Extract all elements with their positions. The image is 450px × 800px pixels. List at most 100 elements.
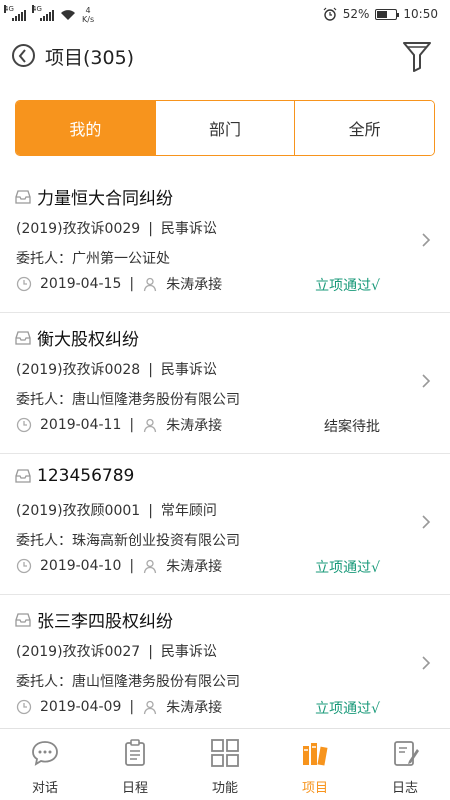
- project-date: 2019-04-11: [40, 417, 122, 433]
- chevron-right-icon: [422, 656, 431, 670]
- project-card[interactable]: 123456789 (2019)孜孜顾0001 | 常年顾问 委托人：珠海高新创业投…: [0, 454, 450, 595]
- tab-department[interactable]: 部门: [154, 101, 295, 155]
- inbox-icon: [15, 612, 31, 627]
- nav-label-functions: 功能: [211, 781, 238, 796]
- project-card[interactable]: 衡大股权纠纷 (2019)孜孜诉0028 | 民事诉讼 委托人：唐山恒隆港务股份有限…: [0, 313, 450, 454]
- separator: |: [129, 276, 135, 292]
- meta-row: 2019-04-11 | 朱涛承接: [16, 415, 222, 435]
- status-badge: 结案待批: [324, 419, 380, 435]
- tab-firm[interactable]: 全所: [294, 101, 434, 155]
- nav-label-schedule: 日程: [121, 781, 148, 796]
- status-bar: 4G 4G 4 K/s 52% 10:50: [0, 0, 450, 30]
- filter-icon[interactable]: [402, 40, 432, 72]
- meta-row: 2019-04-09 | 朱涛承接: [16, 697, 222, 717]
- separator: |: [148, 644, 153, 660]
- case-info: (2019)孜孜诉0029 | 民事诉讼: [16, 218, 217, 238]
- case-info: (2019)孜孜诉0028 | 民事诉讼: [16, 359, 217, 379]
- sim2-label: 4G: [32, 5, 42, 13]
- back-button[interactable]: [12, 44, 35, 67]
- scope-tabs: 我的 部门 全所: [15, 100, 435, 156]
- tab-mine[interactable]: 我的: [16, 101, 155, 155]
- network-speed: 4 K/s: [82, 6, 94, 24]
- alarm-icon: [323, 7, 337, 21]
- case-info: (2019)孜孜顾0001 | 常年顾问: [16, 500, 217, 520]
- project-title: 张三李四股权纠纷: [37, 612, 173, 632]
- sim1-label: 4G: [4, 5, 14, 13]
- nav-label-log: 日志: [391, 781, 418, 796]
- status-right: 52% 10:50: [323, 7, 438, 21]
- chevron-right-icon: [422, 515, 431, 529]
- clock: 10:50: [403, 7, 438, 21]
- nav-label-projects: 项目: [301, 781, 328, 796]
- inbox-icon: [15, 330, 31, 345]
- status-badge: 立项通过√: [315, 278, 380, 294]
- project-card[interactable]: 张三李四股权纠纷 (2019)孜孜诉0027 | 民事诉讼 委托人：唐山恒隆港务股份…: [0, 595, 450, 736]
- status-left: 4G 4G 4 K/s: [4, 5, 94, 24]
- grid-icon: [211, 739, 239, 767]
- separator: |: [148, 362, 153, 378]
- client: 委托人：唐山恒隆港务股份有限公司: [16, 674, 240, 690]
- separator: |: [148, 221, 153, 237]
- user-icon: [143, 700, 157, 715]
- project-date: 2019-04-10: [40, 558, 122, 574]
- client: 委托人：广州第一公证处: [16, 251, 170, 267]
- nav-label-chat: 对话: [31, 781, 58, 796]
- card-title-row: 张三李四股权纠纷: [15, 607, 173, 632]
- meta-row: 2019-04-10 | 朱涛承接: [16, 556, 222, 576]
- chat-bubble-icon: [32, 741, 58, 766]
- nav-item-functions[interactable]: 功能: [180, 729, 270, 800]
- wifi-icon: [61, 10, 75, 20]
- nav-item-chat[interactable]: 对话: [0, 729, 90, 800]
- card-title-row: 力量恒大合同纠纷: [15, 184, 173, 209]
- header: 项目(305): [0, 30, 450, 82]
- separator: |: [129, 417, 135, 433]
- chevron-left-icon: [18, 49, 26, 63]
- battery-icon: [375, 8, 400, 20]
- clock-icon: [16, 417, 32, 433]
- folders-icon: [303, 743, 328, 766]
- clock-icon: [16, 699, 32, 715]
- user-icon: [143, 559, 157, 574]
- card-title-row: 衡大股权纠纷: [15, 325, 139, 350]
- speed-unit: K/s: [82, 15, 95, 24]
- project-date: 2019-04-15: [40, 276, 122, 292]
- separator: |: [129, 699, 135, 715]
- client: 委托人：珠海高新创业投资有限公司: [16, 533, 240, 549]
- page-title: 项目(305): [45, 47, 135, 69]
- clock-icon: [16, 558, 32, 574]
- separator: |: [129, 558, 135, 574]
- case-number: (2019)孜孜顾0001: [16, 503, 141, 519]
- inbox-icon: [15, 469, 31, 483]
- meta-row: 2019-04-15 | 朱涛承接: [16, 274, 222, 294]
- nav-item-schedule[interactable]: 日程: [90, 729, 180, 800]
- project-title: 力量恒大合同纠纷: [37, 189, 173, 209]
- signal-icon-2: 4G: [32, 5, 54, 21]
- case-type: 民事诉讼: [160, 362, 217, 378]
- clipboard-icon: [125, 739, 145, 766]
- battery-percent: 52%: [342, 7, 370, 21]
- case-type: 民事诉讼: [160, 221, 217, 237]
- chevron-right-icon: [422, 233, 431, 247]
- project-title: 衡大股权纠纷: [37, 330, 139, 350]
- project-date: 2019-04-09: [40, 699, 122, 715]
- notebook-pen-icon: [394, 741, 419, 766]
- separator: |: [148, 503, 153, 519]
- handler: 朱涛承接: [166, 277, 223, 293]
- case-info: (2019)孜孜诉0027 | 民事诉讼: [16, 641, 217, 661]
- bottom-nav: 对话 日程 功能 项目 日志: [0, 728, 450, 800]
- case-type: 常年顾问: [160, 503, 217, 519]
- case-number: (2019)孜孜诉0028: [16, 362, 141, 378]
- clock-icon: [16, 276, 32, 292]
- inbox-icon: [15, 189, 31, 204]
- nav-item-projects[interactable]: 项目: [270, 729, 360, 800]
- project-card[interactable]: 力量恒大合同纠纷 (2019)孜孜诉0029 | 民事诉讼 委托人：广州第一公证处 …: [0, 172, 450, 313]
- handler: 朱涛承接: [166, 418, 223, 434]
- signal-icon-1: 4G: [4, 5, 26, 21]
- case-number: (2019)孜孜诉0029: [16, 221, 141, 237]
- case-type: 民事诉讼: [160, 644, 217, 660]
- nav-item-log[interactable]: 日志: [360, 729, 450, 800]
- case-number: (2019)孜孜诉0027: [16, 644, 141, 660]
- client: 委托人：唐山恒隆港务股份有限公司: [16, 392, 240, 408]
- project-title: 123456789: [37, 466, 135, 486]
- status-badge: 立项通过√: [315, 701, 380, 717]
